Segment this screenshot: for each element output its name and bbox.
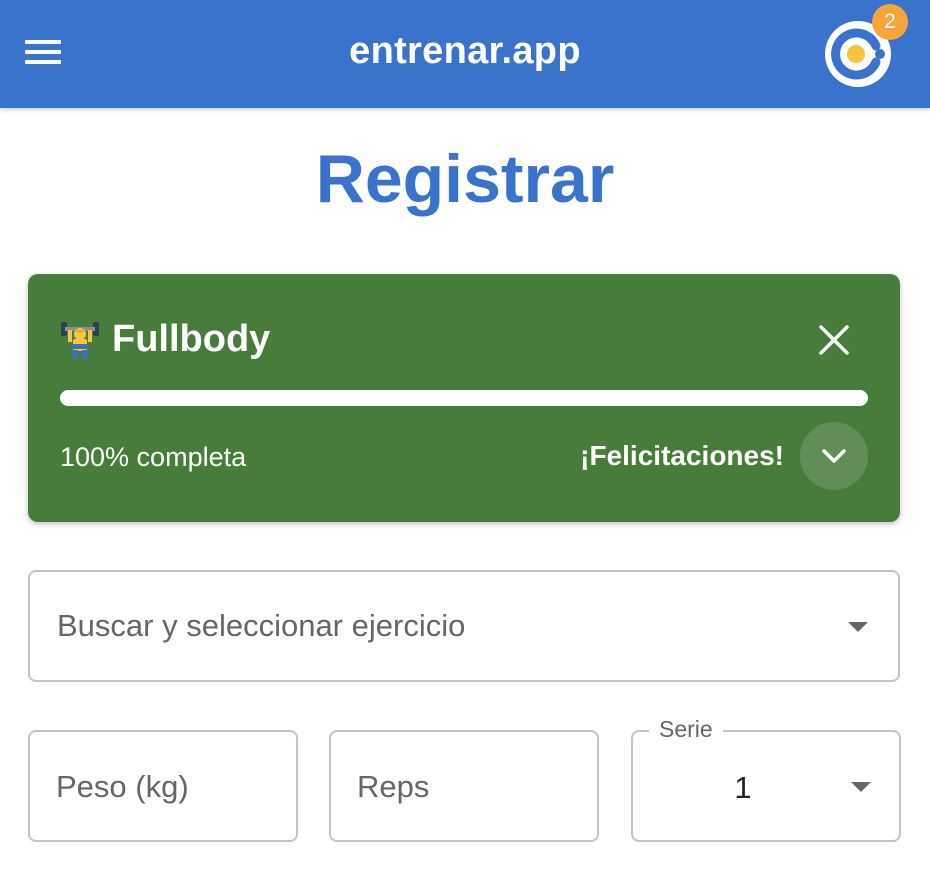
congrats-text: ¡Felicitaciones! bbox=[580, 440, 784, 471]
reps-field[interactable] bbox=[329, 730, 599, 842]
page-title: Registrar bbox=[315, 141, 615, 217]
weight-input[interactable] bbox=[56, 762, 266, 812]
app-title: entrenar.app bbox=[349, 30, 581, 72]
set-label: Serie bbox=[649, 716, 723, 743]
exercise-select-placeholder: Buscar y seleccionar ejercicio bbox=[57, 608, 466, 643]
weight-field[interactable] bbox=[28, 730, 298, 842]
close-workout-button[interactable] bbox=[814, 320, 854, 360]
close-icon bbox=[819, 325, 849, 355]
progress-text: 100% completa bbox=[60, 442, 247, 472]
avatar[interactable]: 2 bbox=[824, 4, 908, 88]
progress-bar-fill bbox=[60, 390, 868, 406]
progress-bar bbox=[60, 390, 868, 406]
workout-name: Fullbody bbox=[112, 318, 271, 360]
workout-card: Fullbody 100% completa ¡Felicitaciones! bbox=[28, 274, 900, 522]
dropdown-arrow-icon bbox=[851, 782, 871, 792]
set-select[interactable]: Serie 1 bbox=[631, 716, 901, 842]
reps-input[interactable] bbox=[357, 762, 567, 812]
exercise-select[interactable]: Buscar y seleccionar ejercicio bbox=[28, 570, 900, 682]
app-bar: entrenar.app 2 bbox=[0, 0, 930, 108]
expand-details-button[interactable] bbox=[800, 422, 868, 490]
weightlifter-emoji-icon bbox=[61, 322, 99, 359]
set-value: 1 bbox=[734, 770, 752, 805]
notification-badge: 2 bbox=[872, 4, 908, 40]
chevron-down-icon bbox=[822, 449, 846, 463]
dropdown-arrow-icon bbox=[848, 622, 868, 632]
